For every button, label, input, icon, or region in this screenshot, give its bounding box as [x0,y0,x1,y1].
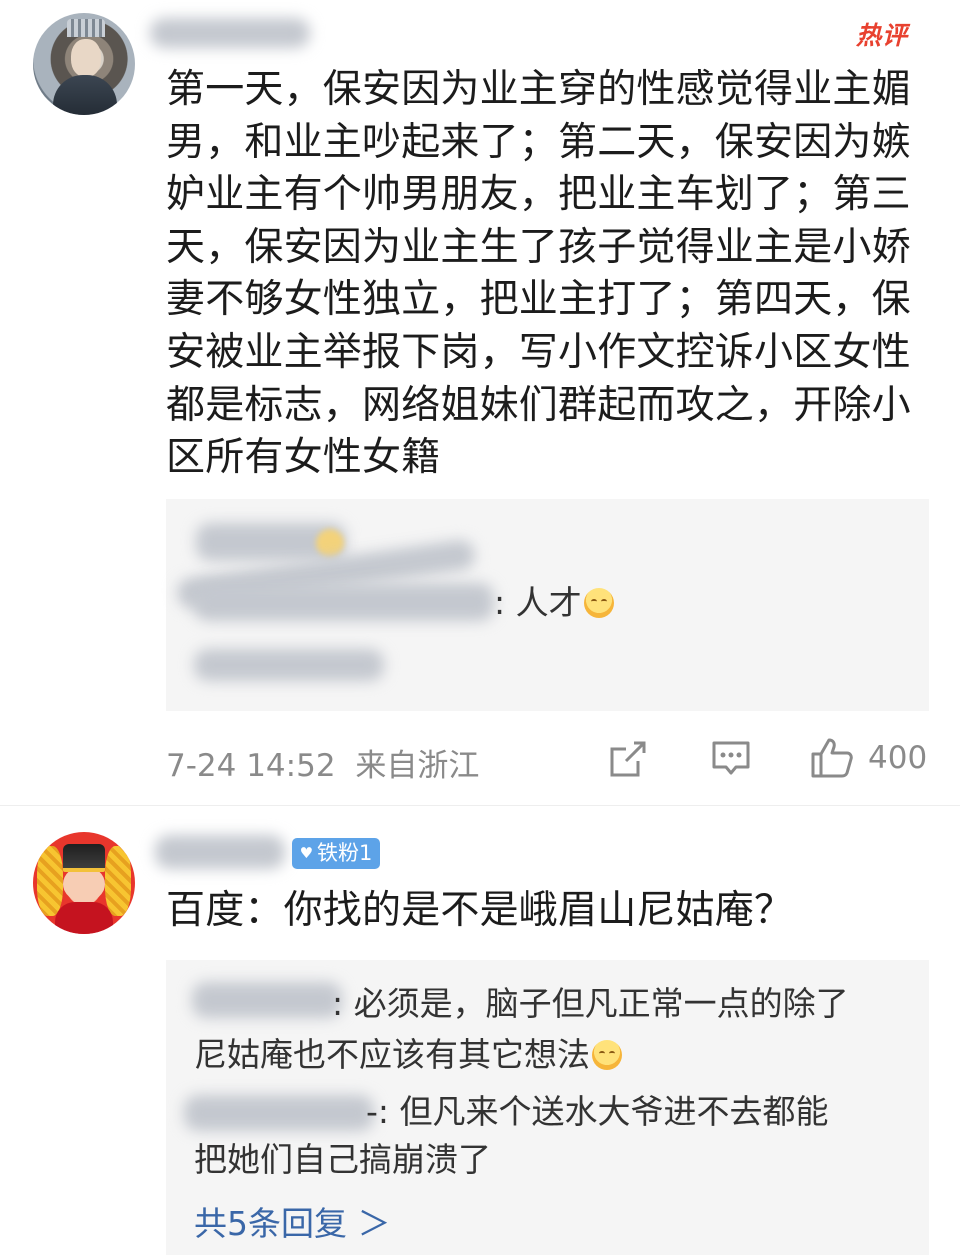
reply-text: : 人才 [494,583,582,622]
comment-icon[interactable] [711,739,751,783]
smirk-emoji-icon [583,588,614,618]
like-icon[interactable] [810,735,854,783]
comment-timestamp: 7-24 14:52 来自浙江 [166,740,479,785]
reply-user-redacted [192,982,342,1018]
reply-item: : 人才 [494,579,614,627]
reply-line-1: : 必须是，脑子但凡正常一点的除了 [332,984,849,1023]
gold-decoration [105,846,131,916]
crown-shape [67,19,105,37]
reply-line-2: 把她们自己搞崩溃了 [194,1140,491,1179]
share-icon[interactable] [608,739,648,783]
reply-user-redacted [184,1095,374,1131]
reply-box[interactable]: : 必须是，脑子但凡正常一点的除了 尼姑庵也不应该有其它想法 -: 但凡来个送水… [166,960,929,1255]
username-redacted[interactable] [150,18,310,48]
comment-text: 第一天，保安因为业主穿的性感觉得业主媚男，和业主吵起来了；第二天，保安因为嫉妒业… [166,67,911,481]
location-text: 来自浙江 [355,748,480,784]
user-avatar[interactable] [33,13,135,115]
comment-divider [0,805,960,806]
smirk-emoji-icon [592,1040,622,1070]
avatar-face [71,39,101,77]
reply-line-2: 尼姑庵也不应该有其它想法 [194,1031,622,1079]
more-replies-link[interactable]: 共5条回复 ＞ [194,1197,391,1245]
hot-comment-badge: 热评 [856,21,909,50]
avatar-body [53,75,117,115]
username-redacted[interactable] [155,835,285,869]
fan-level-badge: ♥ 铁粉1 [292,838,380,869]
reply-count-redacted[interactable] [194,649,384,681]
reply-text: 尼姑庵也不应该有其它想法 [194,1035,590,1074]
gold-decoration [37,846,63,916]
comment-text: 百度：你找的是不是峨眉山尼姑庵？ [166,888,794,933]
reply-line-1: -: 但凡来个送水大爷进不去都能 [366,1092,829,1131]
user-avatar[interactable] [33,832,135,934]
heart-icon: ♥ [299,844,314,862]
avatar-hat [63,844,105,872]
like-count: 400 [868,740,928,776]
reply-box[interactable]: : 人才 [166,499,929,711]
emoji-icon [316,529,344,557]
fan-badge-label: 铁粉1 [317,841,373,865]
avatar-gown [55,902,113,934]
timestamp-text: 7-24 14:52 [166,748,336,784]
reply-user-redacted [194,583,494,621]
